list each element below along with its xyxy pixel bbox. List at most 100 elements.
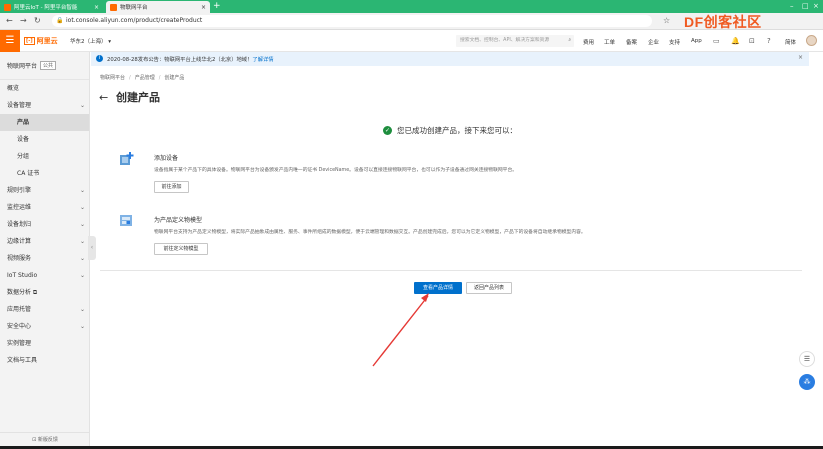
sidebar-item[interactable]: 边缘计算 ⌄ bbox=[0, 233, 89, 250]
sidebar-item[interactable]: 视频服务 ⌄ bbox=[0, 250, 89, 267]
brand-text: 阿里云 bbox=[36, 37, 58, 45]
lock-icon: 🔒 bbox=[56, 17, 64, 24]
step-description: 物联网平台支持为产品定义物模型，将实际产品抽象成由属性、服务、事件所组成的数据模… bbox=[154, 230, 586, 235]
sidebar-item[interactable]: 安全中心 ⌄ bbox=[0, 318, 89, 335]
maximize-icon[interactable]: □ bbox=[802, 0, 809, 12]
sidebar-item[interactable]: 设备管理 ⌄ bbox=[0, 97, 89, 114]
breadcrumb-item[interactable]: 产品管理 bbox=[135, 75, 155, 81]
sidebar-item[interactable]: 规则引擎 ⌄ bbox=[0, 182, 89, 199]
language-switch[interactable]: 简体 bbox=[785, 38, 796, 46]
chevron-down-icon: ⌄ bbox=[79, 187, 85, 194]
notification-bell-icon[interactable]: 🔔 bbox=[731, 37, 740, 45]
announcement-link[interactable]: 了解详情 bbox=[252, 57, 273, 63]
back-to-product-list-button[interactable]: 返回产品列表 bbox=[466, 282, 512, 294]
tab-title: 阿里云IoT - 阿里平台智能 bbox=[14, 5, 78, 11]
sidebar-item[interactable]: 分组 bbox=[0, 148, 89, 165]
region-selector[interactable]: 华东2（上海） ▾ bbox=[70, 37, 111, 45]
sidebar-item-label: 规则引擎 bbox=[7, 187, 32, 194]
nav-link-enterprise[interactable]: 企业 bbox=[648, 38, 659, 46]
define-thing-model-button[interactable]: 前往定义物模型 bbox=[154, 243, 208, 255]
new-tab-button[interactable]: + bbox=[213, 1, 221, 12]
chevron-down-icon: ⌄ bbox=[79, 255, 85, 262]
browser-tab-1[interactable]: 阿里云IoT - 阿里平台智能 × bbox=[0, 1, 103, 13]
back-arrow-icon[interactable]: ← bbox=[99, 91, 108, 105]
sidebar-item[interactable]: 应用托管 ⌄ bbox=[0, 301, 89, 318]
sidebar-item[interactable]: 设备划归 ⌄ bbox=[0, 216, 89, 233]
close-window-icon[interactable]: × bbox=[813, 0, 819, 12]
forward-arrow-icon[interactable]: → bbox=[20, 16, 27, 26]
info-icon: i bbox=[96, 55, 103, 62]
region-label: 华东2（上海） bbox=[70, 39, 107, 45]
url-field[interactable]: 🔒 iot.console.aliyun.com/product/createP… bbox=[52, 15, 652, 27]
sidebar-item[interactable]: 产品 bbox=[0, 114, 89, 131]
sidebar-item-label: IoT Studio bbox=[7, 272, 38, 279]
back-arrow-icon[interactable]: ← bbox=[6, 16, 13, 26]
success-message: ✓ 您已成功创建产品，接下来您可以： bbox=[383, 125, 517, 136]
success-text: 您已成功创建产品，接下来您可以： bbox=[397, 126, 517, 135]
check-circle-icon: ✓ bbox=[383, 126, 392, 135]
step-title: 添加设备 bbox=[154, 155, 179, 162]
announcement-body: 2020-08-28发布公告：物联网平台上线华北2（北京）地域！ bbox=[107, 57, 253, 63]
nav-link-fees[interactable]: 费用 bbox=[583, 38, 594, 46]
instance-badge[interactable]: 公共 bbox=[40, 61, 57, 70]
search-input[interactable]: 搜索文档、控制台、API、解决方案和资源 ⌕ bbox=[456, 35, 574, 47]
browser-tab-2[interactable]: 物联网平台 × bbox=[106, 1, 210, 13]
help-icon[interactable]: ? bbox=[767, 37, 771, 45]
sidebar-item[interactable]: 概览 bbox=[0, 80, 89, 97]
nav-link-filing[interactable]: 备案 bbox=[626, 38, 637, 46]
add-device-icon bbox=[120, 152, 134, 165]
sidebar-item-label: 产品 bbox=[17, 119, 30, 126]
close-tab-icon[interactable]: × bbox=[201, 4, 206, 11]
sidebar-item-label: 实例管理 bbox=[7, 340, 32, 347]
aliyun-logo[interactable]: [-] 阿里云 bbox=[24, 36, 58, 46]
minimize-icon[interactable]: – bbox=[790, 0, 794, 12]
chevron-down-icon: ⌄ bbox=[79, 306, 85, 313]
chevron-down-icon: ⌄ bbox=[79, 238, 85, 245]
search-icon[interactable]: ⌕ bbox=[568, 35, 571, 47]
sidebar-item-label: 概览 bbox=[7, 85, 20, 92]
page-title: 创建产品 bbox=[116, 91, 160, 104]
add-device-button[interactable]: 前往添加 bbox=[154, 181, 189, 193]
sidebar-item[interactable]: 设备 bbox=[0, 131, 89, 148]
sidebar-item-label: 设备划归 bbox=[7, 221, 32, 228]
cart-icon[interactable]: ⊡ bbox=[749, 37, 755, 45]
close-tab-icon[interactable]: × bbox=[94, 4, 99, 11]
reload-icon[interactable]: ↻ bbox=[34, 16, 41, 26]
tab-title: 物联网平台 bbox=[120, 5, 148, 11]
apps-grid-icon[interactable]: ⁂ bbox=[799, 374, 815, 390]
sidebar-item-label: 数据分析 ⧉ bbox=[7, 289, 38, 296]
aliyun-favicon-icon bbox=[110, 3, 117, 11]
sidebar-item[interactable]: 文档与工具 bbox=[0, 352, 89, 369]
search-placeholder: 搜索文档、控制台、API、解决方案和资源 bbox=[460, 38, 550, 43]
sidebar-item-label: 安全中心 bbox=[7, 323, 32, 330]
sidebar-item-label: 应用托管 bbox=[7, 306, 32, 313]
nav-link-ticket[interactable]: 工单 bbox=[604, 38, 615, 46]
sidebar-item-label: 文档与工具 bbox=[7, 357, 38, 364]
breadcrumb-item[interactable]: 物联网平台 bbox=[100, 75, 125, 81]
chevron-down-icon: ⌄ bbox=[79, 272, 85, 279]
aliyun-mark-icon: [-] bbox=[24, 37, 35, 45]
collapse-sidebar-handle[interactable]: ‹ bbox=[88, 236, 96, 260]
avatar[interactable] bbox=[806, 35, 817, 46]
sidebar-item[interactable]: 数据分析 ⧉ bbox=[0, 284, 89, 301]
feedback-label: 新版反馈 bbox=[37, 437, 58, 443]
sidebar-header: 物联网平台 公共 bbox=[0, 52, 89, 80]
sidebar-item[interactable]: IoT Studio ⌄ bbox=[0, 267, 89, 284]
sidebar-item[interactable]: 实例管理 bbox=[0, 335, 89, 352]
sidebar-item[interactable]: 监控运维 ⌄ bbox=[0, 199, 89, 216]
terminal-icon[interactable]: ▭ bbox=[713, 37, 720, 45]
annotation-arrow bbox=[372, 293, 429, 367]
star-icon[interactable]: ☆ bbox=[663, 16, 670, 26]
sidebar-title: 物联网平台 bbox=[7, 63, 38, 70]
nav-link-support[interactable]: 支持 bbox=[669, 38, 680, 46]
sidebar-item-label: 视频服务 bbox=[7, 255, 32, 262]
breadcrumb: 物联网平台 / 产品管理 / 创建产品 bbox=[100, 74, 184, 81]
nav-link-app[interactable]: App bbox=[691, 38, 702, 44]
chat-icon[interactable]: ☰ bbox=[799, 351, 815, 367]
menu-icon[interactable]: ☰ bbox=[0, 30, 20, 52]
close-icon[interactable]: × bbox=[798, 54, 803, 61]
thing-model-icon bbox=[120, 215, 132, 226]
feedback-link[interactable]: ⊡ 新版反馈 bbox=[0, 432, 90, 446]
watermark-logo: DF创客社区 bbox=[684, 14, 762, 30]
sidebar-item[interactable]: CA 证书 bbox=[0, 165, 89, 182]
